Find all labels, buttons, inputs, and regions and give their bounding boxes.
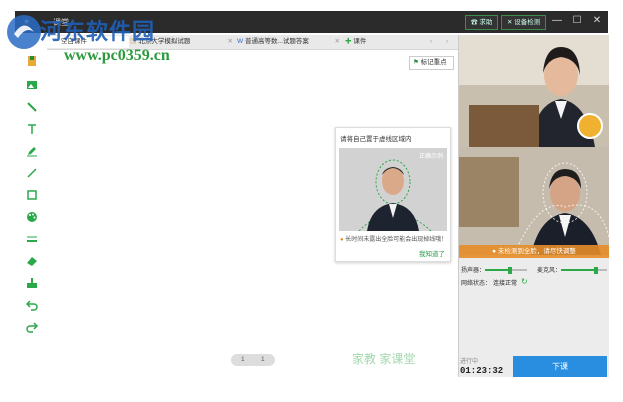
teacher-illustration xyxy=(339,148,447,231)
speaker-level-fill xyxy=(485,269,510,271)
speaker-label: 扬声器： xyxy=(461,268,486,274)
switch-camera-icon[interactable] xyxy=(577,113,603,139)
refresh-icon[interactable]: ↻ xyxy=(521,277,528,286)
class-status-label: 进行中 xyxy=(460,359,479,365)
watermark-url: www.pc0359.cn xyxy=(64,47,170,64)
speaker-slider[interactable] xyxy=(485,267,527,274)
network-status: 连接正常 xyxy=(493,281,518,287)
network-label: 网络状态： xyxy=(461,281,492,287)
teacher-camera xyxy=(459,147,609,255)
device-check-button[interactable]: ✕ 设备检测 xyxy=(501,15,547,30)
teacher-video xyxy=(459,147,609,255)
pen-icon[interactable] xyxy=(26,145,38,157)
tab-math-answers[interactable]: W 普通高等数...试题答案 ✕ xyxy=(237,36,343,48)
video-panel: ● 未检测到全脸，请尽快调整 扬声器： 麦克风： 网络状态： 连接正常 ↻ xyxy=(458,35,609,377)
rectangle-icon[interactable] xyxy=(26,189,38,201)
pointer-icon[interactable] xyxy=(26,101,38,113)
help-button[interactable]: ☎ 求助 xyxy=(465,15,499,30)
close-tab-icon[interactable]: ✕ xyxy=(335,36,340,48)
tab-prev-icon[interactable]: ‹ xyxy=(430,36,432,48)
text-icon[interactable] xyxy=(26,123,38,135)
speaker-slider-handle[interactable] xyxy=(508,267,512,274)
correct-example-badge: 正确示例 xyxy=(418,154,443,160)
brand-logo: 家教 家课堂 xyxy=(352,352,416,366)
mic-level-fill xyxy=(561,269,596,271)
face-warning-bar: ● 未检测到全脸，请尽快调整 xyxy=(459,245,609,258)
watermark-title: 河东软件园 xyxy=(40,19,156,44)
minimize-icon[interactable]: — xyxy=(551,15,563,27)
mic-slider-handle[interactable] xyxy=(594,267,598,274)
student-camera xyxy=(459,35,609,147)
got-it-link[interactable]: 我知道了 xyxy=(419,248,445,258)
total-pages: 1 xyxy=(261,356,265,363)
clear-icon[interactable] xyxy=(26,277,38,289)
correct-example-image: 正确示例 xyxy=(339,148,447,231)
end-class-button[interactable]: 下课 xyxy=(513,356,607,377)
warning-icon: ● xyxy=(340,237,344,243)
popup-title: 请将自己置于虚线区域内 xyxy=(340,136,412,143)
palette-icon[interactable] xyxy=(26,211,38,223)
page-indicator[interactable]: 1 1 xyxy=(231,354,275,366)
word-icon: W xyxy=(237,38,245,45)
image-icon[interactable] xyxy=(26,79,38,91)
mic-slider[interactable] xyxy=(561,267,607,274)
mark-key-point-button[interactable]: ⚑ 标记重点 xyxy=(409,56,454,70)
site-watermark: 河东软件园 www.pc0359.cn xyxy=(2,6,212,68)
undo-icon[interactable] xyxy=(26,299,38,311)
redo-icon[interactable] xyxy=(26,321,38,333)
close-tab-icon[interactable]: ✕ xyxy=(228,36,233,48)
tab-add-courseware[interactable]: ✚ 课件 xyxy=(345,36,381,48)
current-page: 1 xyxy=(241,356,245,363)
maximize-icon[interactable]: ☐ xyxy=(571,15,583,27)
tab-next-icon[interactable]: › xyxy=(446,36,448,48)
tool-sidebar xyxy=(15,49,48,377)
face-position-popup: 请将自己置于虚线区域内 正确示例 ● 长时间未露出全脸可能会出现掉线哦！ 我知道… xyxy=(335,127,451,262)
watermark-logo-icon xyxy=(7,15,41,49)
close-icon[interactable]: ✕ xyxy=(591,15,603,27)
line-width-icon[interactable] xyxy=(26,233,38,245)
popup-warning: ● 长时间未露出全脸可能会出现掉线哦！ xyxy=(340,237,448,243)
mic-label: 麦克风： xyxy=(537,268,562,274)
line-icon[interactable] xyxy=(26,167,38,179)
class-timer: 01:23:32 xyxy=(460,366,504,376)
flag-icon: ⚑ xyxy=(413,59,419,66)
eraser-icon[interactable] xyxy=(26,255,38,267)
